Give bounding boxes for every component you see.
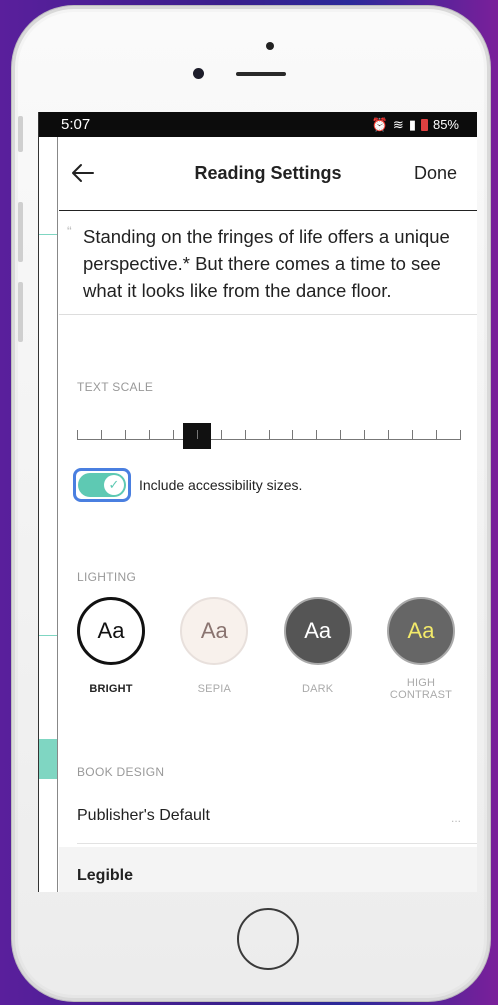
book-design-option-label: Publisher's Default: [77, 807, 210, 824]
alarm-icon: ⏰: [371, 116, 388, 132]
slider-tick: [412, 430, 414, 439]
text-scale-slider[interactable]: [77, 423, 461, 449]
accessibility-toggle-row: ✓ Include accessibility sizes.: [73, 468, 302, 502]
battery-icon: [420, 118, 428, 131]
theme-bright[interactable]: Aa BRIGHT: [71, 597, 151, 701]
slider-tick: [316, 430, 318, 439]
theme-bright-label: BRIGHT: [89, 683, 133, 695]
accessibility-toggle[interactable]: ✓: [73, 468, 131, 502]
slider-tick: [100, 430, 102, 439]
battery-percent: 85%: [432, 117, 459, 132]
phone-screen: 5:07 ⏰ ≋ ▮ 85% Reading Settings Done “ S…: [38, 112, 477, 892]
book-design-option-legible[interactable]: Legible: [59, 847, 477, 892]
theme-high-contrast-label: HIGH CONTRAST: [389, 677, 453, 701]
slider-tick: [77, 430, 78, 439]
slider-track: [77, 439, 461, 440]
text-scale-label: TEXT SCALE: [77, 380, 154, 394]
slider-tick: [292, 430, 294, 439]
home-button[interactable]: [237, 908, 299, 970]
accessibility-label: Include accessibility sizes.: [139, 477, 303, 493]
theme-high-contrast-swatch[interactable]: Aa: [386, 597, 455, 665]
theme-dark[interactable]: Aa DARK: [278, 597, 358, 701]
wifi-icon: ≋: [392, 116, 404, 132]
lighting-label: LIGHTING: [77, 570, 137, 584]
checkmark-icon: ✓: [104, 475, 124, 495]
background-page-edge: [39, 137, 58, 892]
more-options-icon[interactable]: ...: [451, 811, 461, 825]
page-edge-line: [39, 635, 57, 636]
lighting-options: Aa BRIGHT Aa SEPIA Aa DARK Aa HIGH CONTR…: [71, 597, 461, 701]
toggle-track: ✓: [78, 473, 126, 497]
theme-high-contrast[interactable]: Aa HIGH CONTRAST: [381, 597, 461, 701]
quote-mark-icon: “: [67, 223, 72, 239]
theme-sepia-swatch[interactable]: Aa: [180, 597, 249, 665]
done-button[interactable]: Done: [414, 163, 457, 184]
theme-sepia[interactable]: Aa SEPIA: [174, 597, 254, 701]
preview-text: Standing on the fringes of life offers a…: [83, 226, 450, 301]
reading-settings-panel: Reading Settings Done “ Standing on the …: [59, 137, 477, 892]
status-icons: ⏰ ≋ ▮ 85%: [372, 117, 459, 133]
mute-switch: [18, 116, 23, 152]
front-camera: [193, 68, 204, 79]
theme-dark-swatch[interactable]: Aa: [283, 597, 352, 665]
signal-icon: ▮: [408, 116, 416, 132]
book-design-option-label: Legible: [77, 867, 134, 884]
slider-tick: [460, 430, 461, 439]
text-preview: “ Standing on the fringes of life offers…: [59, 211, 477, 315]
theme-sepia-label: SEPIA: [197, 683, 232, 695]
slider-tick: [340, 430, 342, 439]
slider-tick: [244, 430, 246, 439]
slider-tick: [148, 430, 150, 439]
slider-tick: [364, 430, 366, 439]
theme-bright-swatch[interactable]: Aa: [77, 597, 145, 665]
page-edge-line: [39, 234, 57, 235]
slider-tick: [196, 430, 198, 439]
volume-down-button: [18, 282, 23, 342]
page-edge-highlight: [39, 739, 57, 779]
slider-tick: [268, 430, 270, 439]
status-time: 5:07: [61, 116, 91, 133]
slider-tick: [436, 430, 438, 439]
slider-tick: [388, 430, 390, 439]
earpiece-speaker: [236, 72, 286, 76]
proximity-sensor: [266, 42, 274, 50]
theme-dark-label: DARK: [301, 683, 334, 695]
book-design-label: BOOK DESIGN: [77, 765, 165, 779]
status-bar: 5:07 ⏰ ≋ ▮ 85%: [39, 112, 477, 137]
slider-tick: [220, 430, 222, 439]
slider-tick: [124, 430, 126, 439]
volume-up-button: [18, 202, 23, 262]
book-design-option-publishers-default[interactable]: Publisher's Default ...: [77, 797, 477, 844]
nav-bar: Reading Settings Done: [59, 137, 477, 211]
slider-tick: [172, 430, 174, 439]
